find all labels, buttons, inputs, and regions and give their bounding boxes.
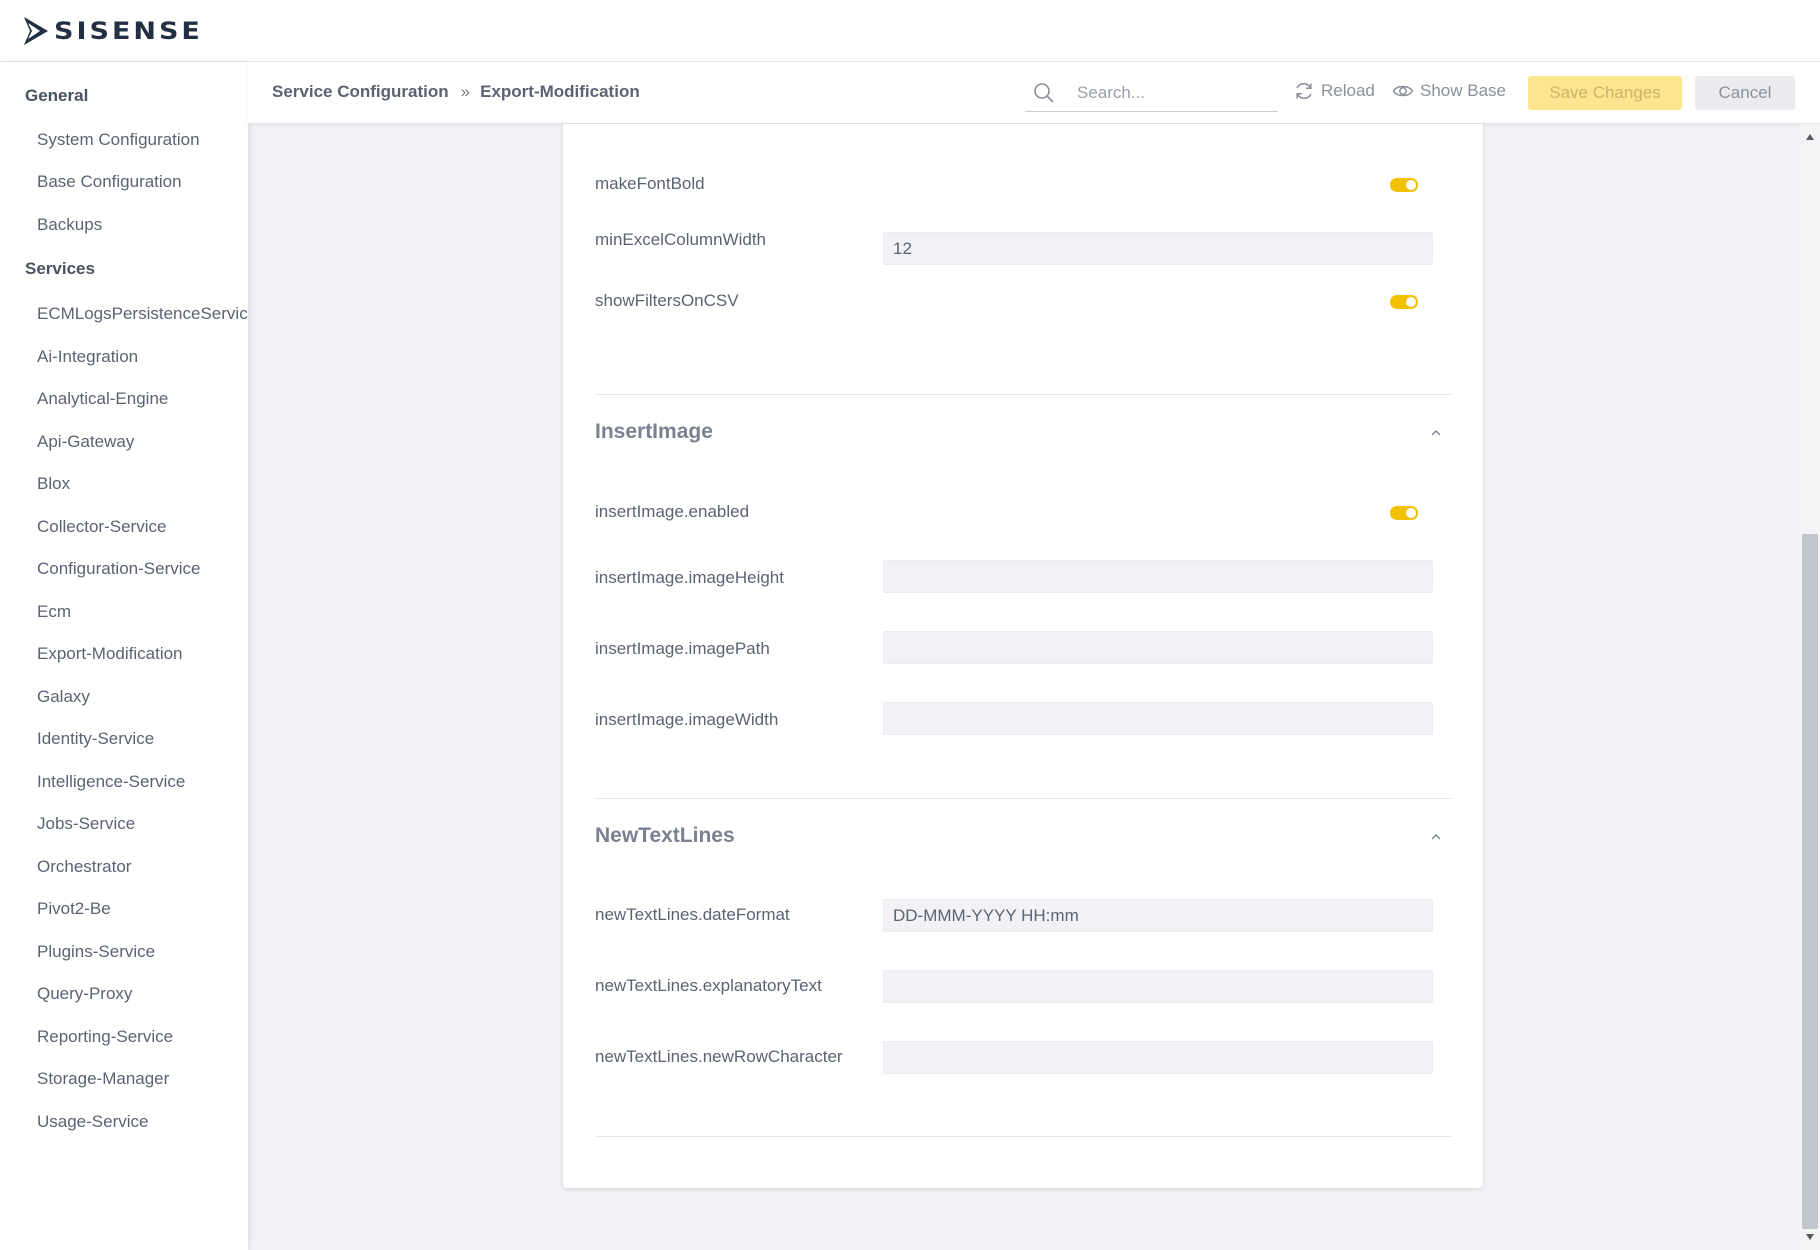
newtextlines-explanatorytext-input[interactable] — [883, 970, 1433, 1003]
sidebar-item-ecmlogspersistenceservice[interactable]: ECMLogsPersistenceService — [37, 304, 248, 324]
cancel-button[interactable]: Cancel — [1695, 76, 1795, 110]
toggle-knob — [1404, 506, 1418, 520]
showfiltersoncsv-toggle[interactable] — [1390, 295, 1418, 309]
search-icon — [1034, 83, 1054, 103]
newtextlines-newrowcharacter-input[interactable] — [883, 1041, 1433, 1074]
sidebar-item-plugins-service[interactable]: Plugins-Service — [37, 942, 155, 962]
section-title-insertimage[interactable]: InsertImage — [595, 420, 713, 444]
sidebar-item-api-gateway[interactable]: Api-Gateway — [37, 432, 134, 452]
sidebar-item-orchestrator[interactable]: Orchestrator — [37, 857, 131, 877]
sidebar-item-galaxy[interactable]: Galaxy — [37, 687, 90, 707]
row-label-showfiltersoncsv: showFiltersOnCSV — [595, 291, 739, 310]
section-divider — [595, 1136, 1451, 1137]
minexcelcolumnwidth-input[interactable] — [883, 232, 1433, 265]
breadcrumb-export-modification: Export-Modification — [480, 82, 640, 101]
reload-icon — [1296, 83, 1312, 99]
row-label-insertimage-imagepath: insertImage.imagePath — [595, 639, 770, 658]
logo-mark-icon — [24, 17, 48, 45]
sidebar-item-analytical-engine[interactable]: Analytical-Engine — [37, 389, 168, 409]
sidebar-item-storage-manager[interactable]: Storage-Manager — [37, 1069, 169, 1089]
toggle-knob — [1404, 178, 1418, 192]
sidebar-item-collector-service[interactable]: Collector-Service — [37, 517, 166, 537]
scrollbar-thumb[interactable] — [1802, 534, 1818, 1229]
show-base-label: Show Base — [1420, 81, 1506, 100]
toggle-knob — [1404, 295, 1418, 309]
newtextlines-dateformat-input[interactable] — [883, 899, 1433, 932]
sidebar-item-configuration-service[interactable]: Configuration-Service — [37, 559, 200, 579]
save-changes-button[interactable]: Save Changes — [1528, 76, 1682, 110]
sidebar-section-services: Services — [25, 259, 95, 278]
row-label-newtextlines-dateformat: newTextLines.dateFormat — [595, 905, 790, 924]
page-header: Service Configuration » Export-Modificat… — [248, 62, 1820, 124]
row-label-insertimage-imagewidth: insertImage.imageWidth — [595, 710, 779, 729]
insertimage-enabled-toggle[interactable] — [1390, 506, 1418, 520]
chevron-up-icon[interactable] — [1429, 830, 1443, 844]
sisense-logo[interactable]: SISENSE — [24, 16, 203, 46]
row-label-newtextlines-newrowcharacter: newTextLines.newRowCharacter — [595, 1047, 843, 1066]
breadcrumb-separator: » — [460, 82, 471, 101]
section-divider — [595, 798, 1451, 799]
sidebar-item-ecm[interactable]: Ecm — [37, 602, 71, 622]
config-card: makeFontBold minExcelColumnWidth showFil… — [563, 124, 1483, 1188]
section-divider — [595, 394, 1451, 395]
sidebar-item-pivot2-be[interactable]: Pivot2-Be — [37, 899, 111, 919]
search-input[interactable] — [1077, 81, 1267, 105]
row-label-insertimage-enabled: insertImage.enabled — [595, 502, 750, 521]
sidebar-section-general: General — [25, 86, 89, 105]
sidebar-item-intelligence-service[interactable]: Intelligence-Service — [37, 772, 185, 792]
sidebar-item-reporting-service[interactable]: Reporting-Service — [37, 1027, 173, 1047]
makefontbold-toggle[interactable] — [1390, 178, 1418, 192]
sidebar: General System Configuration Base Config… — [0, 62, 248, 1250]
eye-icon — [1392, 85, 1414, 97]
show-base-button[interactable]: Show Base — [1392, 80, 1506, 102]
insertimage-imagewidth-input[interactable] — [883, 702, 1433, 735]
chevron-up-icon[interactable] — [1429, 426, 1443, 440]
sidebar-item-jobs-service[interactable]: Jobs-Service — [37, 814, 135, 834]
sidebar-item-system-configuration[interactable]: System Configuration — [37, 130, 200, 150]
sidebar-item-backups[interactable]: Backups — [37, 215, 102, 235]
insertimage-imagepath-input[interactable] — [883, 631, 1433, 664]
sidebar-item-export-modification[interactable]: Export-Modification — [37, 644, 183, 664]
sidebar-item-blox[interactable]: Blox — [37, 474, 70, 494]
row-label-makefontbold: makeFontBold — [595, 174, 705, 193]
logo-wordmark: SISENSE — [54, 17, 203, 45]
breadcrumb: Service Configuration » Export-Modificat… — [272, 82, 640, 102]
reload-button[interactable]: Reload — [1293, 80, 1375, 102]
section-title-newtextlines[interactable]: NewTextLines — [595, 824, 735, 848]
insertimage-imageheight-input[interactable] — [883, 560, 1433, 593]
scroll-down-arrow-icon[interactable] — [1805, 1232, 1815, 1242]
scroll-up-arrow-icon[interactable] — [1805, 132, 1815, 142]
row-label-minexcelcolumnwidth: minExcelColumnWidth — [595, 230, 766, 249]
sidebar-item-usage-service[interactable]: Usage-Service — [37, 1112, 149, 1132]
sidebar-item-query-proxy[interactable]: Query-Proxy — [37, 984, 132, 1004]
reload-label: Reload — [1321, 81, 1375, 100]
row-label-insertimage-imageheight: insertImage.imageHeight — [595, 568, 784, 587]
sidebar-item-base-configuration[interactable]: Base Configuration — [37, 172, 182, 192]
sidebar-item-ai-integration[interactable]: Ai-Integration — [37, 347, 138, 367]
search-box — [1025, 74, 1278, 112]
top-bar: SISENSE — [0, 0, 1820, 62]
sidebar-item-identity-service[interactable]: Identity-Service — [37, 729, 154, 749]
row-label-newtextlines-explanatorytext: newTextLines.explanatoryText — [595, 976, 822, 995]
scrollbar[interactable] — [1800, 124, 1820, 1250]
breadcrumb-service-configuration[interactable]: Service Configuration — [272, 82, 449, 102]
